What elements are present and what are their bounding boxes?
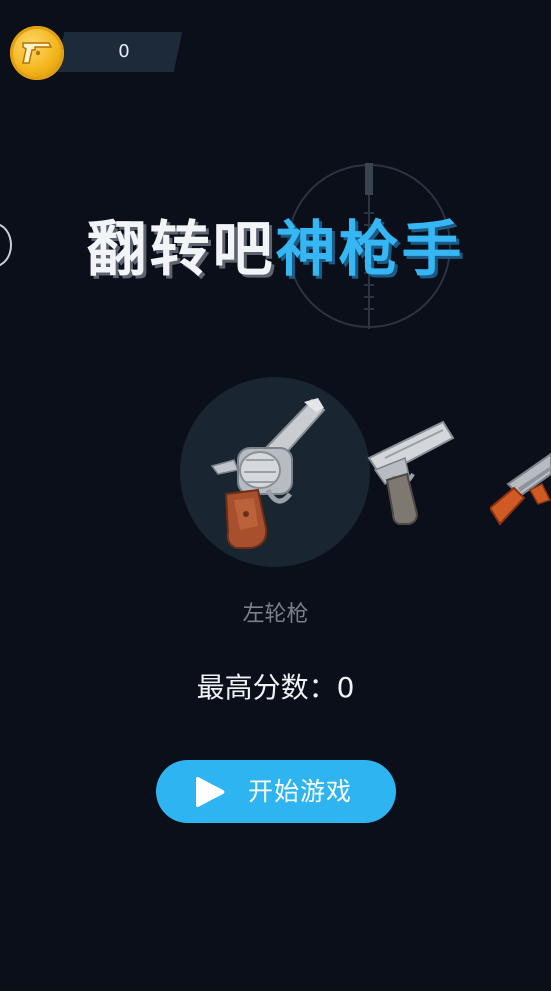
start-game-button[interactable]: 开始游戏 [156,760,396,823]
revolver-icon[interactable] [208,398,328,550]
best-score: 最高分数：0 [196,671,355,704]
weapon-name: 左轮枪 [242,602,309,627]
pistol-coin-icon [10,26,64,80]
coin-count: 0 [118,41,130,62]
desert-eagle-icon[interactable] [365,418,455,526]
game-title: 翻转吧神枪手 [0,214,551,286]
start-game-label: 开始游戏 [248,777,353,806]
game-home-screen: { "header": { "coin_icon": "pistol-coin-… [0,0,551,991]
play-icon [196,777,225,807]
title-part-white: 翻转吧 [86,215,276,285]
ak-rifle-icon[interactable] [490,440,551,530]
title-part-blue: 神枪手 [275,215,465,285]
